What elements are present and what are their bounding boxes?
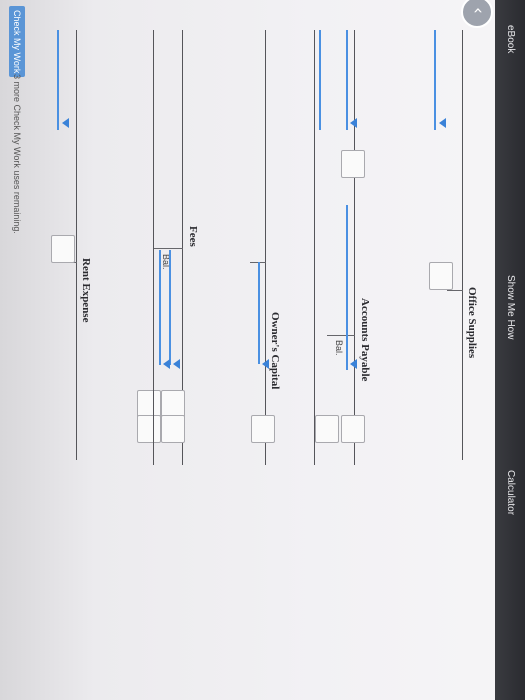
amount-input[interactable] bbox=[251, 415, 275, 443]
t-accounts-sheet: eBook Show Me How Calculator ‹ Office Su… bbox=[0, 0, 525, 700]
check-my-work-button[interactable]: Check My Work bbox=[9, 6, 25, 78]
chevron-down-icon[interactable] bbox=[262, 359, 269, 369]
amount-input[interactable] bbox=[341, 150, 365, 178]
screen: eBook Show Me How Calculator ‹ Office Su… bbox=[0, 0, 525, 700]
chevron-down-icon[interactable] bbox=[350, 359, 357, 369]
account-select[interactable] bbox=[346, 205, 348, 370]
account-title: Owner's Capital bbox=[269, 312, 281, 390]
account-select[interactable] bbox=[434, 30, 436, 130]
balance-label: Bal. bbox=[334, 340, 344, 356]
amount-input[interactable] bbox=[341, 415, 365, 443]
account-title: Fees bbox=[187, 226, 199, 247]
account-title: Office Supplies bbox=[466, 287, 478, 359]
amount-input[interactable] bbox=[161, 415, 185, 443]
account-select[interactable] bbox=[57, 30, 59, 130]
t-account-top-line bbox=[353, 30, 355, 465]
amount-input[interactable] bbox=[137, 390, 161, 418]
account-select[interactable] bbox=[319, 30, 321, 130]
amount-input[interactable] bbox=[137, 415, 161, 443]
show-me-how-link[interactable]: Show Me How bbox=[505, 275, 516, 339]
account-select[interactable] bbox=[169, 250, 171, 365]
chevron-down-icon[interactable] bbox=[62, 118, 69, 128]
t-account-bottom-line bbox=[152, 30, 154, 465]
chevron-left-icon: ‹ bbox=[468, 7, 488, 14]
ebook-link[interactable]: eBook bbox=[505, 25, 516, 53]
account-title: Rent Expense bbox=[80, 258, 92, 323]
t-account-top-line bbox=[461, 30, 463, 460]
chevron-down-icon[interactable] bbox=[163, 359, 170, 369]
calculator-link[interactable]: Calculator bbox=[505, 470, 516, 515]
t-account-bottom-line bbox=[313, 30, 315, 465]
amount-input[interactable] bbox=[51, 235, 75, 263]
account-title: Accounts Payable bbox=[359, 298, 371, 382]
t-account-center-line bbox=[327, 335, 355, 337]
account-select[interactable] bbox=[346, 30, 348, 130]
back-button[interactable]: ‹ bbox=[461, 0, 493, 28]
account-select[interactable] bbox=[258, 262, 260, 364]
t-account-top-line bbox=[75, 30, 77, 460]
amount-input[interactable] bbox=[429, 262, 453, 290]
t-account-center-line bbox=[153, 248, 183, 250]
balance-input[interactable] bbox=[315, 415, 339, 443]
chevron-down-icon[interactable] bbox=[173, 359, 180, 369]
chevron-down-icon[interactable] bbox=[350, 118, 357, 128]
chevron-down-icon[interactable] bbox=[439, 118, 446, 128]
account-select[interactable] bbox=[159, 250, 161, 365]
t-account-center-line bbox=[447, 290, 463, 292]
t-account-top-line bbox=[264, 30, 266, 465]
amount-input[interactable] bbox=[161, 390, 185, 418]
check-my-work-note: 3 more Check My Work uses remaining. bbox=[12, 74, 22, 234]
toolbar: eBook Show Me How Calculator bbox=[495, 0, 525, 700]
